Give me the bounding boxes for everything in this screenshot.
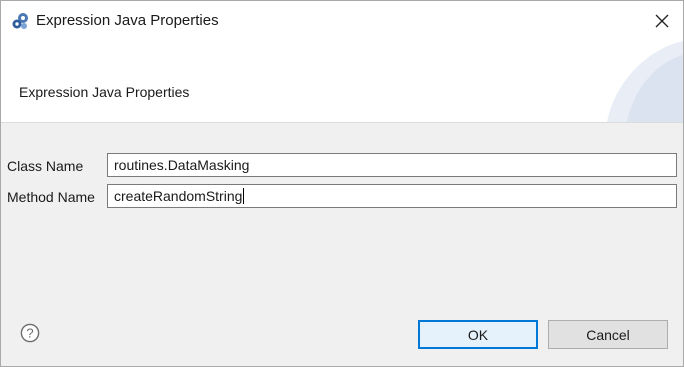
- class-name-input[interactable]: routines.DataMasking: [107, 153, 677, 177]
- dialog-banner: Expression Java Properties: [1, 41, 683, 122]
- dialog-content: Class Name routines.DataMasking Method N…: [1, 122, 683, 366]
- class-name-label: Class Name: [7, 158, 84, 174]
- cancel-button[interactable]: Cancel: [548, 320, 668, 349]
- class-name-value: routines.DataMasking: [114, 157, 250, 173]
- help-icon[interactable]: ?: [20, 323, 40, 343]
- text-cursor: [243, 188, 245, 204]
- window-title: Expression Java Properties: [36, 12, 219, 29]
- method-name-value: createRandomString: [114, 188, 243, 204]
- close-icon: [655, 14, 669, 28]
- banner-decoration: [607, 41, 683, 122]
- title-bar: Expression Java Properties: [1, 1, 683, 41]
- gears-icon: [12, 13, 28, 29]
- method-name-label: Method Name: [7, 189, 95, 205]
- close-button[interactable]: [645, 7, 679, 35]
- svg-text:?: ?: [26, 326, 33, 341]
- banner-title: Expression Java Properties: [19, 84, 190, 100]
- ok-button[interactable]: OK: [418, 320, 538, 349]
- expression-java-properties-dialog: Expression Java Properties Expression Ja…: [0, 0, 684, 367]
- method-name-input[interactable]: createRandomString: [107, 184, 677, 208]
